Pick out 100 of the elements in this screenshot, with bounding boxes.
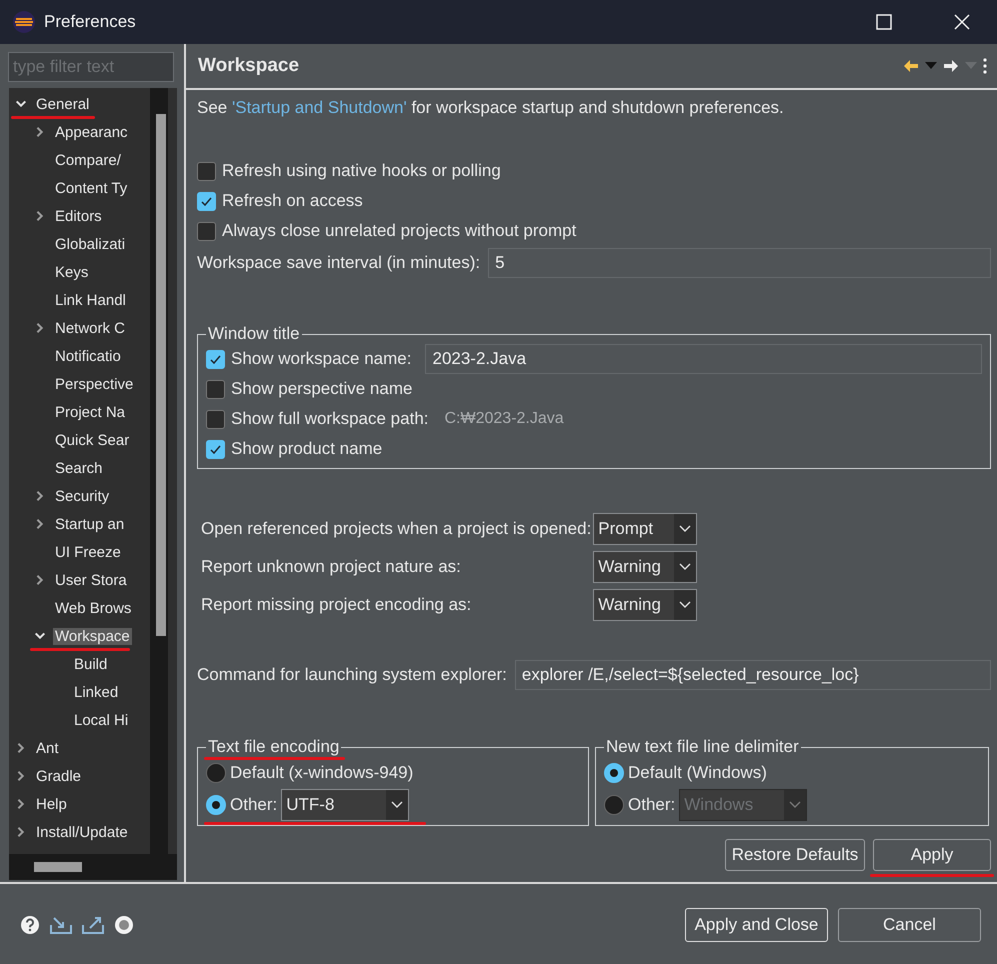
radio-label: Default (x-windows-949) — [230, 763, 414, 783]
checkbox[interactable] — [197, 222, 216, 240]
caret-icon — [679, 563, 692, 571]
dropdown[interactable]: Warning — [593, 589, 698, 621]
tree-item[interactable]: Local Hi — [72, 712, 130, 728]
more-icon[interactable] — [983, 58, 987, 74]
chevron-down-icon[interactable] — [34, 630, 46, 642]
dropdown-caret-icon[interactable] — [925, 62, 937, 70]
maximize-icon[interactable] — [876, 14, 892, 30]
check-icon — [209, 442, 222, 456]
check-icon — [200, 194, 213, 208]
chevron-right-icon[interactable] — [15, 826, 27, 838]
chevron-right-icon[interactable] — [34, 126, 46, 138]
tree-item[interactable]: Help — [34, 796, 69, 812]
radio-label: Default (Windows) — [628, 763, 767, 783]
tree-item[interactable]: Network C — [53, 320, 128, 336]
chevron-right-icon[interactable] — [15, 742, 27, 754]
checkbox[interactable] — [206, 380, 225, 398]
dropdown-label: Report missing project encoding as: — [201, 595, 472, 615]
checkbox[interactable] — [197, 192, 216, 210]
checkbox[interactable] — [197, 162, 216, 180]
tree-item[interactable]: Notificatio — [53, 348, 123, 364]
dropdown-caret-icon — [965, 62, 977, 70]
tree-item[interactable]: Security — [53, 488, 112, 504]
tree-item[interactable]: Gradle — [34, 768, 84, 784]
checkbox[interactable] — [206, 410, 225, 428]
checkbox-label: Show full workspace path: — [231, 409, 428, 429]
chevron-right-icon[interactable] — [34, 518, 46, 530]
tree-item[interactable]: Appearanc — [53, 124, 130, 140]
window-title: Preferences — [44, 12, 137, 32]
field-label: Command for launching system explorer: — [197, 665, 507, 685]
radio-label: Other: — [230, 795, 278, 815]
cancel-button[interactable]: Cancel — [838, 908, 981, 942]
tree-item[interactable]: General — [34, 96, 92, 112]
chevron-right-icon[interactable] — [15, 770, 27, 782]
tree-item[interactable]: Build — [72, 656, 110, 672]
help-icon[interactable] — [20, 915, 40, 935]
export-icon[interactable] — [82, 915, 104, 935]
scrollbar-thumb[interactable] — [156, 114, 166, 636]
chevron-right-icon[interactable] — [34, 490, 46, 502]
back-arrow-icon[interactable] — [903, 59, 919, 73]
chevron-right-icon[interactable] — [15, 798, 27, 810]
tree-item[interactable]: User Stora — [53, 572, 129, 588]
radio-button[interactable] — [206, 795, 226, 815]
tree-item[interactable]: Install/Update — [34, 824, 130, 840]
tree-item[interactable]: Editors — [53, 208, 104, 224]
tree-item[interactable]: Startup an — [53, 516, 126, 532]
forward-arrow-icon[interactable] — [943, 59, 959, 73]
interval-field[interactable]: 5 — [488, 248, 991, 278]
record-icon[interactable] — [114, 915, 134, 935]
tree-item[interactable]: Globalizati — [53, 236, 128, 252]
checkbox-label: Show perspective name — [231, 379, 412, 399]
tree-item[interactable]: Quick Sear — [53, 432, 132, 448]
tree-item[interactable]: Link Handl — [53, 292, 128, 308]
apply-and-close-button[interactable]: Apply and Close — [685, 908, 828, 942]
group-title: Text file encoding — [206, 737, 342, 757]
chevron-down-icon[interactable] — [15, 98, 27, 110]
dropdown[interactable]: Prompt — [593, 513, 698, 545]
checkbox-label: Show product name — [231, 439, 382, 459]
radio-button[interactable] — [604, 763, 624, 783]
chevron-right-icon[interactable] — [34, 210, 46, 222]
chevron-right-icon[interactable] — [34, 322, 46, 334]
tree-item[interactable]: Search — [53, 460, 105, 476]
startup-link[interactable]: 'Startup and Shutdown' — [232, 98, 407, 117]
field-label: Workspace save interval (in minutes): — [197, 253, 480, 273]
checkbox-label: Show workspace name: — [231, 349, 412, 369]
tree-item[interactable]: Workspace — [53, 628, 132, 644]
tree-item[interactable]: Ant — [34, 740, 61, 756]
tree-item[interactable]: Keys — [53, 264, 90, 280]
checkbox-label: Refresh on access — [222, 191, 363, 211]
group-title: New text file line delimiter — [605, 737, 800, 757]
app-logo-icon — [12, 10, 36, 34]
restore-defaults-button[interactable]: Restore Defaults — [725, 839, 865, 871]
check-icon — [209, 352, 222, 366]
close-icon[interactable] — [954, 14, 970, 30]
scrollbar-thumb[interactable] — [34, 862, 82, 872]
command-field[interactable]: explorer /E,/select=${selected_resource_loc} — [514, 660, 991, 690]
tree-item[interactable]: Compare/ — [53, 152, 123, 168]
path-text: C:₩2023-2.Java — [444, 410, 564, 428]
radio-button[interactable] — [206, 763, 226, 783]
workspace-name-field[interactable]: 2023-2.Java — [425, 344, 982, 374]
import-icon[interactable] — [50, 915, 72, 935]
intro-text: See 'Startup and Shutdown' for workspace startup and shutdown preferences. — [197, 98, 785, 118]
tree-item[interactable]: Perspective — [53, 376, 136, 392]
page-title: Workspace — [198, 55, 300, 77]
checkbox-label: Always close unrelated projects without prompt — [222, 221, 576, 241]
dropdown[interactable]: Warning — [593, 551, 698, 583]
dropdown[interactable]: UTF-8 — [281, 789, 410, 821]
dropdown-label: Open referenced projects when a project is opened: — [201, 519, 592, 539]
tree-item[interactable]: Content Ty — [53, 180, 130, 196]
checkbox[interactable] — [206, 350, 225, 368]
checkbox-label: Refresh using native hooks or polling — [222, 161, 501, 181]
tree-item[interactable]: Project Na — [53, 404, 128, 420]
checkbox[interactable] — [206, 440, 225, 458]
tree-item[interactable]: UI Freeze — [53, 544, 123, 560]
tree-item[interactable]: Web Brows — [53, 600, 134, 616]
caret-icon — [679, 525, 692, 533]
radio-button[interactable] — [604, 795, 624, 815]
chevron-right-icon[interactable] — [34, 574, 46, 586]
tree-item[interactable]: Linked — [72, 684, 120, 700]
